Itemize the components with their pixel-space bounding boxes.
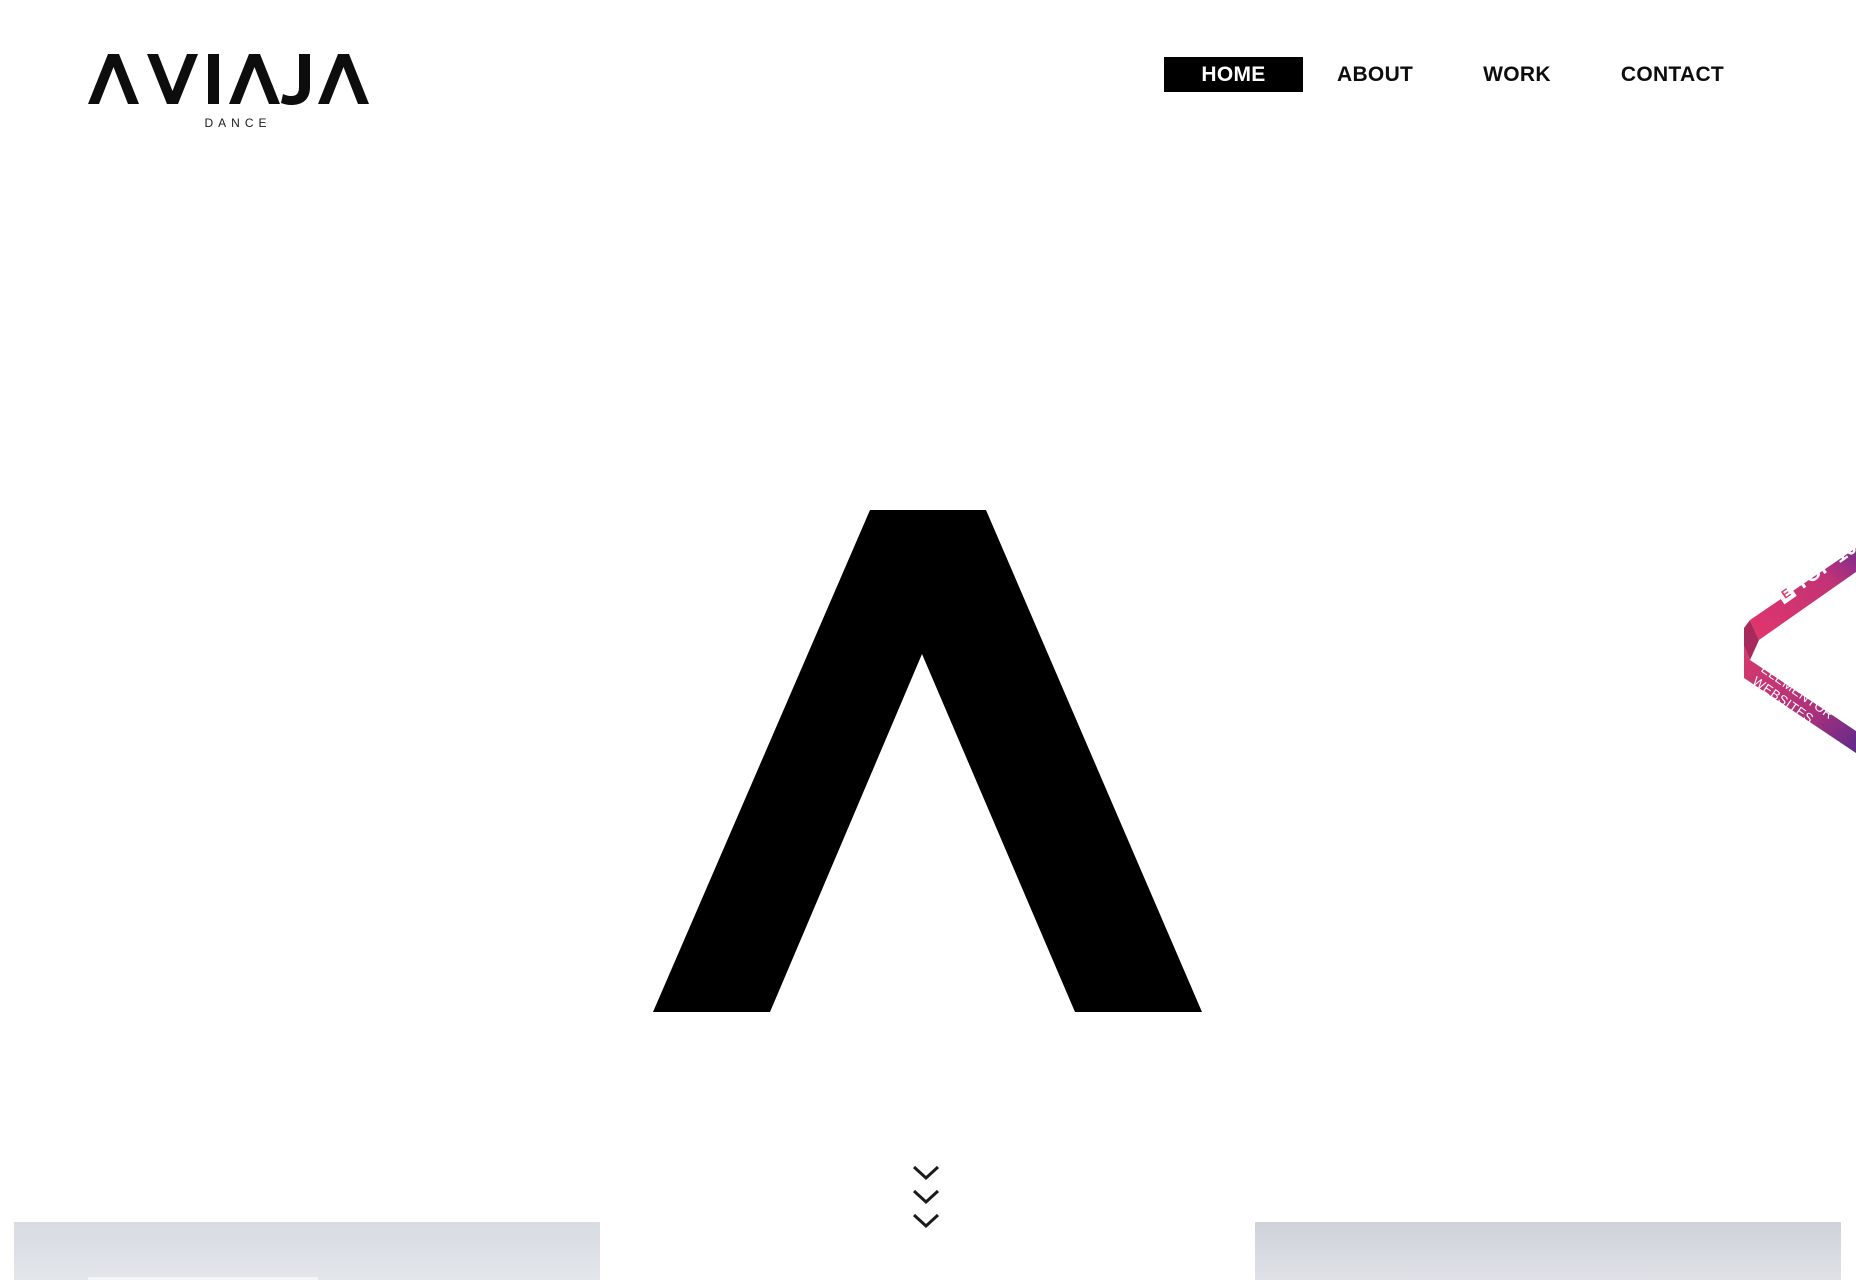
gallery-image-right[interactable] [1255,1222,1841,1280]
hero-a-glyph-icon [653,510,1202,1012]
scroll-down-icon[interactable] [910,1163,942,1231]
gallery-image-left[interactable] [14,1222,600,1280]
page: DANCE HOME ABOUT WORK CONTACT ETOP 10 EL… [0,0,1856,1280]
